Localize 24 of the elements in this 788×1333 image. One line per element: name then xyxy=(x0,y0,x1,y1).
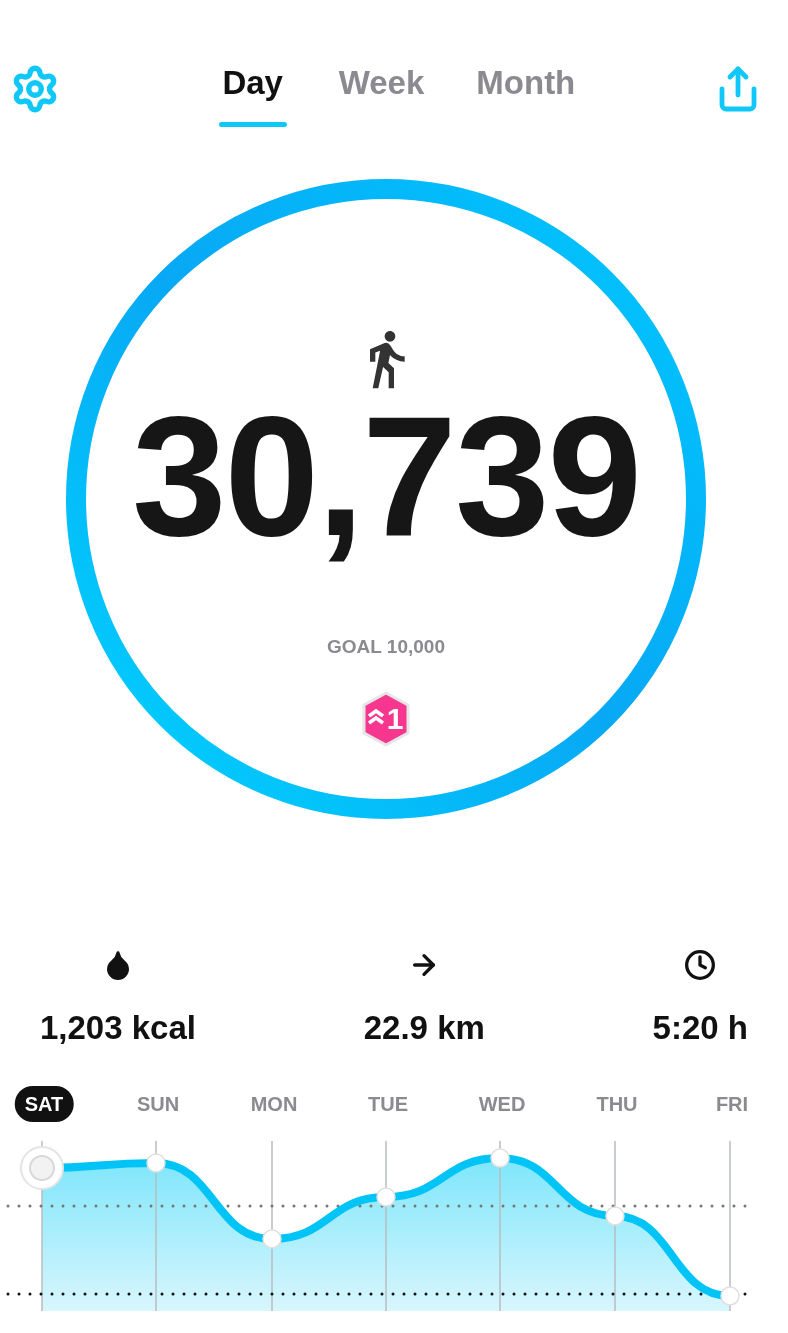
data-point xyxy=(490,1148,510,1168)
clock-icon xyxy=(684,948,717,981)
day-label[interactable]: TUE xyxy=(358,1086,418,1122)
data-point xyxy=(146,1153,166,1173)
step-count: 30,739 xyxy=(132,390,640,561)
period-tab[interactable]: Day xyxy=(218,52,287,127)
day-label[interactable]: MON xyxy=(240,1086,308,1122)
stat-value: 5:20 h xyxy=(652,1007,748,1048)
day-label[interactable]: FRI xyxy=(705,1086,759,1122)
data-point xyxy=(605,1206,625,1226)
period-tab[interactable]: Month xyxy=(476,52,576,127)
data-point xyxy=(376,1187,396,1207)
data-point xyxy=(720,1286,740,1306)
day-label[interactable]: WED xyxy=(468,1086,536,1122)
day-label[interactable]: THU xyxy=(586,1086,648,1122)
achievement-badge: 1 xyxy=(360,691,412,747)
day-label[interactable]: SAT xyxy=(14,1086,74,1122)
stat-value: 22.9 km xyxy=(363,1007,485,1048)
period-tab[interactable]: Week xyxy=(338,52,425,127)
selected-point[interactable] xyxy=(20,1146,64,1190)
day-label[interactable]: SUN xyxy=(126,1086,190,1122)
data-point xyxy=(262,1229,282,1249)
stat-value: 1,203 kcal xyxy=(40,1007,196,1048)
goal-label: GOAL 10,000 xyxy=(327,634,445,659)
